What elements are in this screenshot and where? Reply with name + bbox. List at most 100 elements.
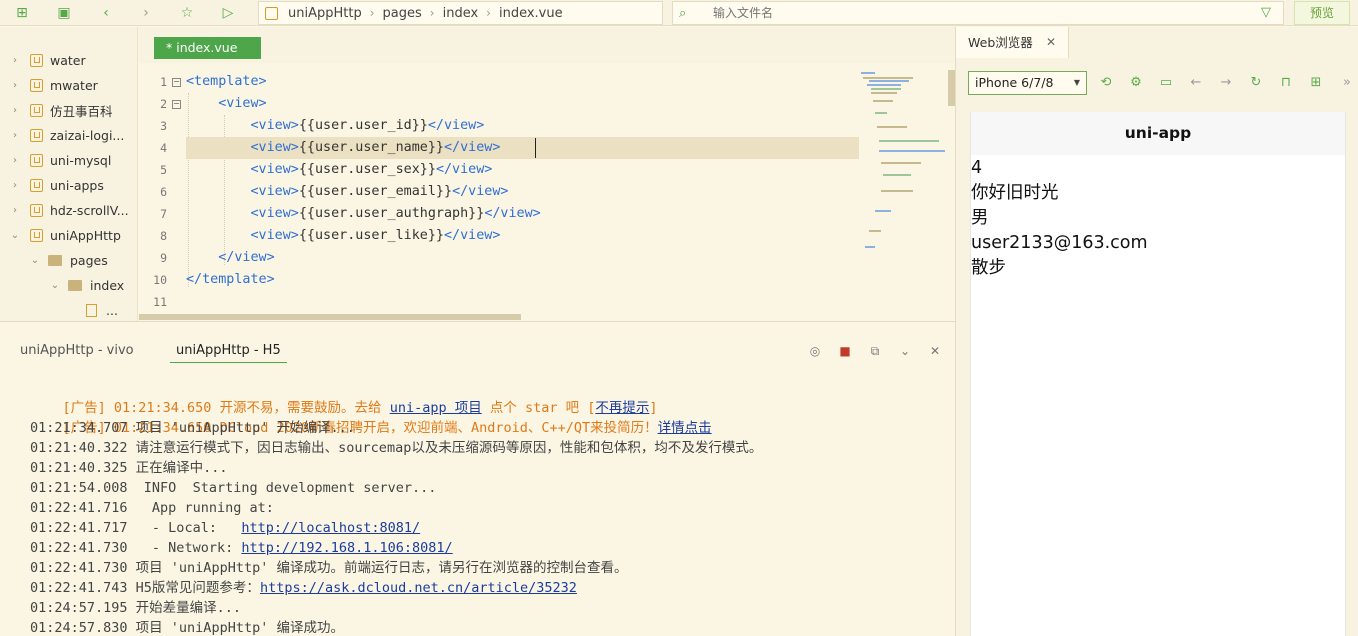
fold-toggle-icon[interactable]: −: [172, 100, 181, 109]
code-line[interactable]: <view>{{user.user_authgraph}}</view>: [186, 203, 541, 225]
console-tab-h5[interactable]: uniAppHttp - H5: [170, 343, 287, 363]
filter-icon[interactable]: ▽: [1261, 5, 1271, 20]
code-line[interactable]: </view>: [186, 247, 274, 269]
sidebar-item-uni-apps[interactable]: › uni-apps: [8, 173, 104, 198]
line-number: 9: [160, 251, 167, 265]
phone-nav-title: uni-app: [971, 112, 1345, 155]
details-link[interactable]: 详情点击: [658, 420, 712, 436]
new-file-icon[interactable]: ⊞: [12, 3, 32, 23]
sidebar-item-file[interactable]: ...: [82, 298, 118, 323]
sidebar-item-qiushibaike[interactable]: › 仿丑事百科: [8, 98, 113, 123]
line-number: 4: [160, 141, 167, 155]
editor-vertical-scrollbar[interactable]: [948, 70, 955, 106]
tab-label: Web浏览器: [968, 35, 1033, 50]
project-icon: [30, 204, 43, 217]
network-link[interactable]: http://192.168.1.106:8081/: [241, 540, 452, 556]
main-toolbar: ⊞ ▣ ‹ › ☆ ▷ uniAppHttp › pages › index ›…: [0, 0, 1358, 26]
refresh-icon[interactable]: ↻: [1247, 74, 1265, 92]
code-tag-close: </template>: [186, 272, 275, 287]
more-icon[interactable]: »: [1338, 74, 1356, 92]
chevron-down-icon[interactable]: ⌄: [8, 230, 22, 241]
sidebar-item-water[interactable]: › water: [8, 48, 86, 73]
breadcrumb-index[interactable]: index: [443, 6, 479, 21]
sidebar-item-uni-mysql[interactable]: › uni-mysql: [8, 148, 111, 173]
code-tag-close: </view>: [484, 206, 541, 221]
user-email: user2133@163.com: [971, 233, 1148, 253]
sidebar-item-label: zaizai-logi...: [50, 128, 125, 143]
tab-web-browser[interactable]: Web浏览器 ✕: [956, 27, 1069, 58]
sidebar-item-label: uniAppHttp: [50, 228, 121, 243]
log-message: - Network:: [135, 540, 242, 556]
code-tag-open: <view>: [250, 206, 299, 221]
forward-icon[interactable]: →: [1217, 74, 1235, 92]
run-icon[interactable]: ▷: [218, 3, 238, 23]
stop-icon[interactable]: ■: [837, 343, 853, 359]
breadcrumb-file[interactable]: index.vue: [499, 6, 563, 21]
breadcrumb-pages[interactable]: pages: [383, 6, 422, 21]
open-external-icon[interactable]: ⧉: [867, 343, 883, 359]
console-tab-vivo[interactable]: uniAppHttp - vivo: [20, 343, 134, 358]
fold-toggle-icon[interactable]: −: [172, 78, 181, 87]
rotate-icon[interactable]: ⟲: [1097, 74, 1115, 92]
preview-button[interactable]: 预览: [1294, 1, 1350, 25]
sidebar-item-hdz-scroll[interactable]: › hdz-scrollV...: [8, 198, 129, 223]
back-icon[interactable]: ‹: [96, 3, 116, 23]
chevron-right-icon[interactable]: ›: [8, 155, 22, 166]
log-time: 01:21:54.008: [30, 480, 136, 496]
code-tag-open: <view>: [250, 140, 299, 155]
forward-icon[interactable]: ›: [136, 3, 156, 23]
minimap[interactable]: [859, 70, 948, 260]
code-line[interactable]: <view>{{user.user_email}}</view>: [186, 181, 509, 203]
code-line-current[interactable]: <view>{{user.user_name}}</view>: [186, 137, 859, 159]
code-tag-open: <view>: [218, 96, 267, 111]
log-time: 01:24:57.830: [30, 620, 136, 636]
chevron-right-icon[interactable]: ›: [8, 130, 22, 141]
sidebar-item-label: uni-mysql: [50, 153, 112, 168]
chevron-down-icon[interactable]: ⌄: [28, 255, 42, 266]
sidebar-item-zaizai[interactable]: › zaizai-logi...: [8, 123, 124, 148]
lock-icon[interactable]: ⊓: [1277, 74, 1295, 92]
code-line[interactable]: </template>: [186, 269, 275, 291]
code-editor: * index.vue 1 2 3 4 5 6 7 8 9 10 11 − − …: [139, 27, 955, 321]
chevron-right-icon[interactable]: ›: [8, 80, 22, 91]
folder-icon: [48, 255, 62, 266]
code-line[interactable]: <view>{{user.user_id}}</view>: [186, 115, 485, 137]
chevron-right-icon[interactable]: ›: [8, 180, 22, 191]
chevron-right-icon[interactable]: ›: [8, 205, 22, 216]
chevron-right-icon[interactable]: ›: [8, 55, 22, 66]
restart-icon[interactable]: ◎: [807, 343, 823, 359]
chevron-down-icon[interactable]: ⌄: [897, 343, 913, 359]
chevron-right-icon[interactable]: ›: [8, 105, 22, 116]
chevron-down-icon[interactable]: ⌄: [48, 280, 62, 291]
tab-index-vue[interactable]: * index.vue: [154, 37, 261, 59]
log-line-ad: [广告] 01:21:34.650 DCloud 2020新春招聘开启，欢迎前端…: [30, 398, 712, 436]
code-line[interactable]: <view>{{user.user_like}}</view>: [186, 225, 501, 247]
breadcrumb: uniAppHttp › pages › index › index.vue: [258, 1, 663, 25]
file-search-input[interactable]: [713, 4, 1233, 22]
code-line[interactable]: <template>: [186, 71, 267, 93]
localhost-link[interactable]: http://localhost:8081/: [241, 520, 420, 536]
code-text: {{user.user_email}}: [298, 184, 453, 199]
device-select[interactable]: iPhone 6/7/8 ▼: [968, 71, 1087, 95]
faq-link[interactable]: https://ask.dcloud.net.cn/article/35232: [260, 580, 577, 596]
sidebar-item-index[interactable]: ⌄ index: [48, 273, 124, 298]
grid-icon[interactable]: ⊞: [1307, 74, 1325, 92]
sidebar-item-pages[interactable]: ⌄ pages: [28, 248, 108, 273]
console-icon[interactable]: ▭: [1157, 74, 1175, 92]
close-icon[interactable]: ✕: [1046, 27, 1056, 58]
sidebar-item-mwater[interactable]: › mwater: [8, 73, 98, 98]
back-icon[interactable]: ←: [1187, 74, 1205, 92]
code-text: {{user.user_id}}: [298, 118, 428, 133]
gear-icon[interactable]: ⚙: [1127, 74, 1145, 92]
star-icon[interactable]: ☆: [177, 3, 197, 23]
code-line[interactable]: <view>{{user.user_sex}}</view>: [186, 159, 493, 181]
save-icon[interactable]: ▣: [54, 3, 74, 23]
breadcrumb-project[interactable]: uniAppHttp: [288, 6, 362, 21]
clear-console-icon[interactable]: ✕: [927, 343, 943, 359]
editor-horizontal-scrollbar[interactable]: [139, 314, 521, 320]
log-line: 01:21:34.707 项目 'uniAppHttp' 开始编译...: [30, 418, 355, 438]
code-line[interactable]: <view>: [186, 93, 267, 115]
log-message: 正在编译中...: [135, 460, 228, 476]
code-tag-close: </view>: [452, 184, 509, 199]
sidebar-item-uniapphttp[interactable]: ⌄ uniAppHttp: [8, 223, 121, 248]
